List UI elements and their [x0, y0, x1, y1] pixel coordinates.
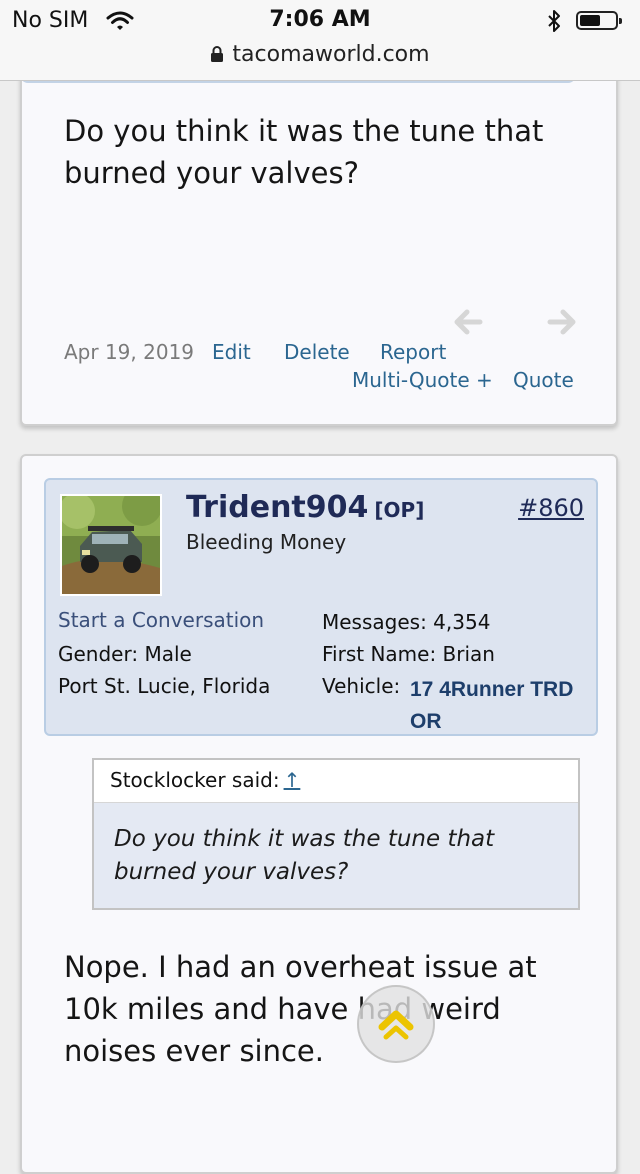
quote-text: Do you think it was the tune that burned…: [114, 826, 495, 885]
post-date[interactable]: Apr 19, 2019: [64, 340, 194, 364]
username-text[interactable]: Trident904: [186, 490, 368, 525]
user-messages: Messages: 4,354: [322, 610, 491, 634]
user-info-block: Trident904 [OP] #860 Bleeding Money Start…: [44, 478, 598, 736]
post-message: Do you think it was the tune that burned…: [64, 114, 544, 190]
quote-author: Stocklocker said: ↑: [110, 768, 300, 792]
arrow-left-icon[interactable]: [450, 304, 486, 340]
op-badge: [OP]: [374, 498, 425, 522]
user-gender: Gender: Male: [58, 642, 192, 666]
avatar[interactable]: [60, 494, 162, 596]
quote-link[interactable]: Quote: [513, 368, 574, 392]
quote-author-text: Stocklocker said:: [110, 768, 280, 792]
lock-icon: [210, 44, 224, 69]
user-title: Bleeding Money: [186, 530, 347, 554]
quote-jump-link[interactable]: ↑: [284, 768, 301, 792]
status-bar: No SIM 7:06 AM tacomaworld.com: [0, 0, 640, 81]
chevron-up-icon: [378, 1010, 414, 1040]
multi-quote-link[interactable]: Multi-Quote +: [352, 368, 493, 392]
clock: 7:06 AM: [269, 7, 371, 32]
report-link[interactable]: Report: [380, 340, 446, 364]
post-message: Nope. I had an overheat issue at 10k mil…: [64, 950, 537, 1068]
post-card: Do you think it was the tune that burned…: [20, 40, 618, 426]
post-number-link[interactable]: #860: [518, 494, 584, 522]
quote-body: Do you think it was the tune that burned…: [94, 803, 578, 908]
start-conversation-link[interactable]: Start a Conversation: [58, 608, 264, 632]
url-text: tacomaworld.com: [232, 42, 430, 67]
quote-header: Stocklocker said: ↑: [94, 760, 578, 803]
user-first-name: First Name: Brian: [322, 642, 495, 666]
bluetooth-icon: [546, 9, 562, 37]
user-location: Port St. Lucie, Florida: [58, 674, 271, 698]
battery-icon: [576, 11, 622, 30]
scroll-to-top-button[interactable]: [357, 985, 435, 1063]
post-card: Trident904 [OP] #860 Bleeding Money Start…: [20, 454, 618, 1174]
user-vehicle: 17 4Runner TRD OR: [410, 678, 574, 733]
quote-block: Stocklocker said: ↑ Do you think it was t…: [92, 758, 580, 910]
address-bar[interactable]: tacomaworld.com: [0, 42, 640, 69]
arrow-right-icon[interactable]: [544, 304, 580, 340]
user-vehicle-label: Vehicle:: [322, 674, 401, 698]
edit-link[interactable]: Edit: [212, 340, 251, 364]
username[interactable]: Trident904 [OP]: [186, 490, 424, 525]
delete-link[interactable]: Delete: [284, 340, 350, 364]
